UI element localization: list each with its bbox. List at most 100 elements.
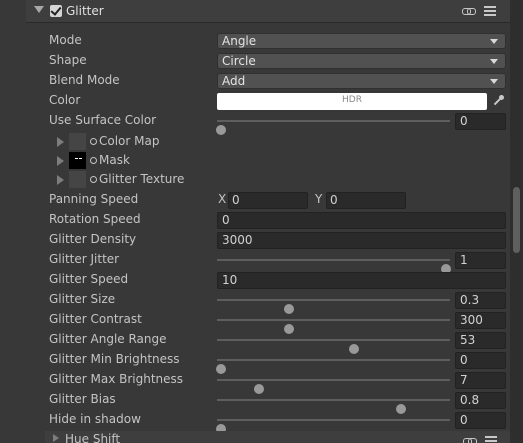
glitter-speed-input[interactable]: 10 xyxy=(217,272,506,289)
dropdown-arrow-icon xyxy=(490,79,498,84)
glitter-min-brightness-label: Glitter Min Brightness xyxy=(49,352,180,366)
vertical-scrollbar[interactable] xyxy=(510,0,523,443)
glitter-speed-row: Glitter Speed 10 xyxy=(0,270,510,290)
glitter-texture-label: Glitter Texture xyxy=(99,172,185,186)
use-surface-color-row: Use Surface Color 0 xyxy=(0,111,510,135)
panning-speed-y-input[interactable]: 0 xyxy=(326,192,406,209)
shape-row: Shape Circle xyxy=(0,51,510,71)
mask-texture-row: Mask xyxy=(0,151,300,170)
slider-track[interactable] xyxy=(216,120,450,135)
color-map-texture-row: Color Map xyxy=(0,132,300,151)
link-icon[interactable] xyxy=(463,435,477,443)
mask-label: Mask xyxy=(99,153,130,167)
glitter-size-label: Glitter Size xyxy=(49,292,116,306)
glitter-max-brightness-row: Glitter Max Brightness 7 xyxy=(0,370,510,394)
slider-track[interactable] xyxy=(217,319,450,334)
foldout-collapsed-icon[interactable] xyxy=(57,156,64,166)
panning-speed-x-input[interactable]: 0 xyxy=(228,192,308,209)
glitter-contrast-label: Glitter Contrast xyxy=(49,312,142,326)
texture-thumbnail[interactable] xyxy=(69,152,86,169)
glitter-min-brightness-input[interactable]: 0 xyxy=(455,352,506,369)
foldout-collapsed-icon[interactable] xyxy=(57,137,64,147)
mode-dropdown[interactable]: Angle xyxy=(217,33,506,49)
foldout-collapsed-icon[interactable] xyxy=(53,434,59,442)
mode-value: Angle xyxy=(222,34,257,48)
slider-track[interactable] xyxy=(216,359,450,374)
foldout-collapsed-icon[interactable] xyxy=(57,175,64,185)
blend-mode-label: Blend Mode xyxy=(49,73,120,87)
glitter-contrast-input[interactable]: 300 xyxy=(455,312,506,329)
foldout-expanded-icon[interactable] xyxy=(34,6,44,13)
panning-speed-label: Panning Speed xyxy=(49,192,139,206)
hue-shift-section-header[interactable]: Hue Shift xyxy=(45,431,510,443)
glitter-section-header[interactable]: Glitter xyxy=(26,0,510,23)
use-surface-color-input[interactable]: 0 xyxy=(455,113,506,130)
glitter-enable-checkbox[interactable] xyxy=(50,4,62,17)
section-title: Glitter xyxy=(66,4,104,18)
hide-in-shadow-input[interactable]: 0 xyxy=(455,412,506,429)
mode-row: Mode Angle xyxy=(0,31,510,51)
glitter-jitter-row: Glitter Jitter 1 xyxy=(0,250,510,274)
shape-dropdown[interactable]: Circle xyxy=(217,53,506,69)
slider-track[interactable] xyxy=(217,259,451,274)
mode-label: Mode xyxy=(49,33,82,47)
blend-mode-row: Blend Mode Add xyxy=(0,71,510,91)
checkmark-icon xyxy=(50,4,62,16)
object-picker-icon[interactable] xyxy=(90,157,97,164)
hdr-label: HDR xyxy=(342,95,362,105)
panning-speed-row: Panning Speed X 0 Y 0 xyxy=(0,190,510,210)
glitter-bias-label: Glitter Bias xyxy=(49,392,116,406)
object-picker-icon[interactable] xyxy=(90,176,97,183)
dropdown-arrow-icon xyxy=(490,39,498,44)
texture-thumbnail[interactable] xyxy=(69,133,86,150)
glitter-max-brightness-input[interactable]: 7 xyxy=(455,372,506,389)
glitter-texture-row: Glitter Texture xyxy=(0,170,300,189)
glitter-jitter-label: Glitter Jitter xyxy=(49,252,120,266)
scrollbar-thumb[interactable] xyxy=(513,187,520,253)
blend-mode-value: Add xyxy=(222,74,246,88)
blend-mode-dropdown[interactable]: Add xyxy=(217,73,506,89)
x-label: X xyxy=(218,192,227,206)
rotation-speed-row: Rotation Speed 0 xyxy=(0,210,510,230)
glitter-bias-row: Glitter Bias 0.8 xyxy=(0,390,510,414)
glitter-density-row: Glitter Density 3000 xyxy=(0,230,510,250)
texture-thumbnail[interactable] xyxy=(69,171,86,188)
slider-track[interactable] xyxy=(216,419,450,434)
glitter-max-brightness-label: Glitter Max Brightness xyxy=(49,372,184,386)
slider-track[interactable] xyxy=(217,399,450,414)
glitter-angle-range-label: Glitter Angle Range xyxy=(49,332,167,346)
glitter-angle-range-input[interactable]: 53 xyxy=(455,332,506,349)
glitter-size-row: Glitter Size 0.3 xyxy=(0,290,510,314)
glitter-jitter-input[interactable]: 1 xyxy=(455,252,506,269)
rotation-speed-input[interactable]: 0 xyxy=(217,212,506,229)
color-map-label: Color Map xyxy=(99,134,160,148)
shape-label: Shape xyxy=(49,53,87,67)
color-row: Color HDR xyxy=(0,91,510,111)
glitter-speed-label: Glitter Speed xyxy=(49,272,129,286)
rotation-speed-label: Rotation Speed xyxy=(49,212,141,226)
slider-track[interactable] xyxy=(217,339,450,354)
y-label: Y xyxy=(315,192,323,206)
eyedropper-icon[interactable] xyxy=(489,94,505,110)
use-surface-color-label: Use Surface Color xyxy=(49,113,157,127)
glitter-density-label: Glitter Density xyxy=(49,232,137,246)
slider-track[interactable] xyxy=(217,299,450,314)
section-title: Hue Shift xyxy=(65,432,121,443)
dropdown-arrow-icon xyxy=(490,59,498,64)
color-label: Color xyxy=(49,93,81,107)
color-field[interactable]: HDR xyxy=(217,93,487,110)
menu-icon[interactable] xyxy=(484,5,498,17)
link-icon[interactable] xyxy=(462,5,476,17)
glitter-density-input[interactable]: 3000 xyxy=(217,232,506,249)
shape-value: Circle xyxy=(222,54,256,68)
glitter-min-brightness-row: Glitter Min Brightness 0 xyxy=(0,350,510,374)
object-picker-icon[interactable] xyxy=(90,138,97,145)
hide-in-shadow-label: Hide in shadow xyxy=(49,412,141,426)
glitter-contrast-row: Glitter Contrast 300 xyxy=(0,310,510,334)
menu-icon[interactable] xyxy=(485,435,499,443)
glitter-size-input[interactable]: 0.3 xyxy=(455,292,506,309)
slider-track[interactable] xyxy=(217,379,450,394)
hide-in-shadow-row: Hide in shadow 0 xyxy=(0,410,510,434)
glitter-angle-range-row: Glitter Angle Range 53 xyxy=(0,330,510,354)
glitter-bias-input[interactable]: 0.8 xyxy=(455,392,506,409)
